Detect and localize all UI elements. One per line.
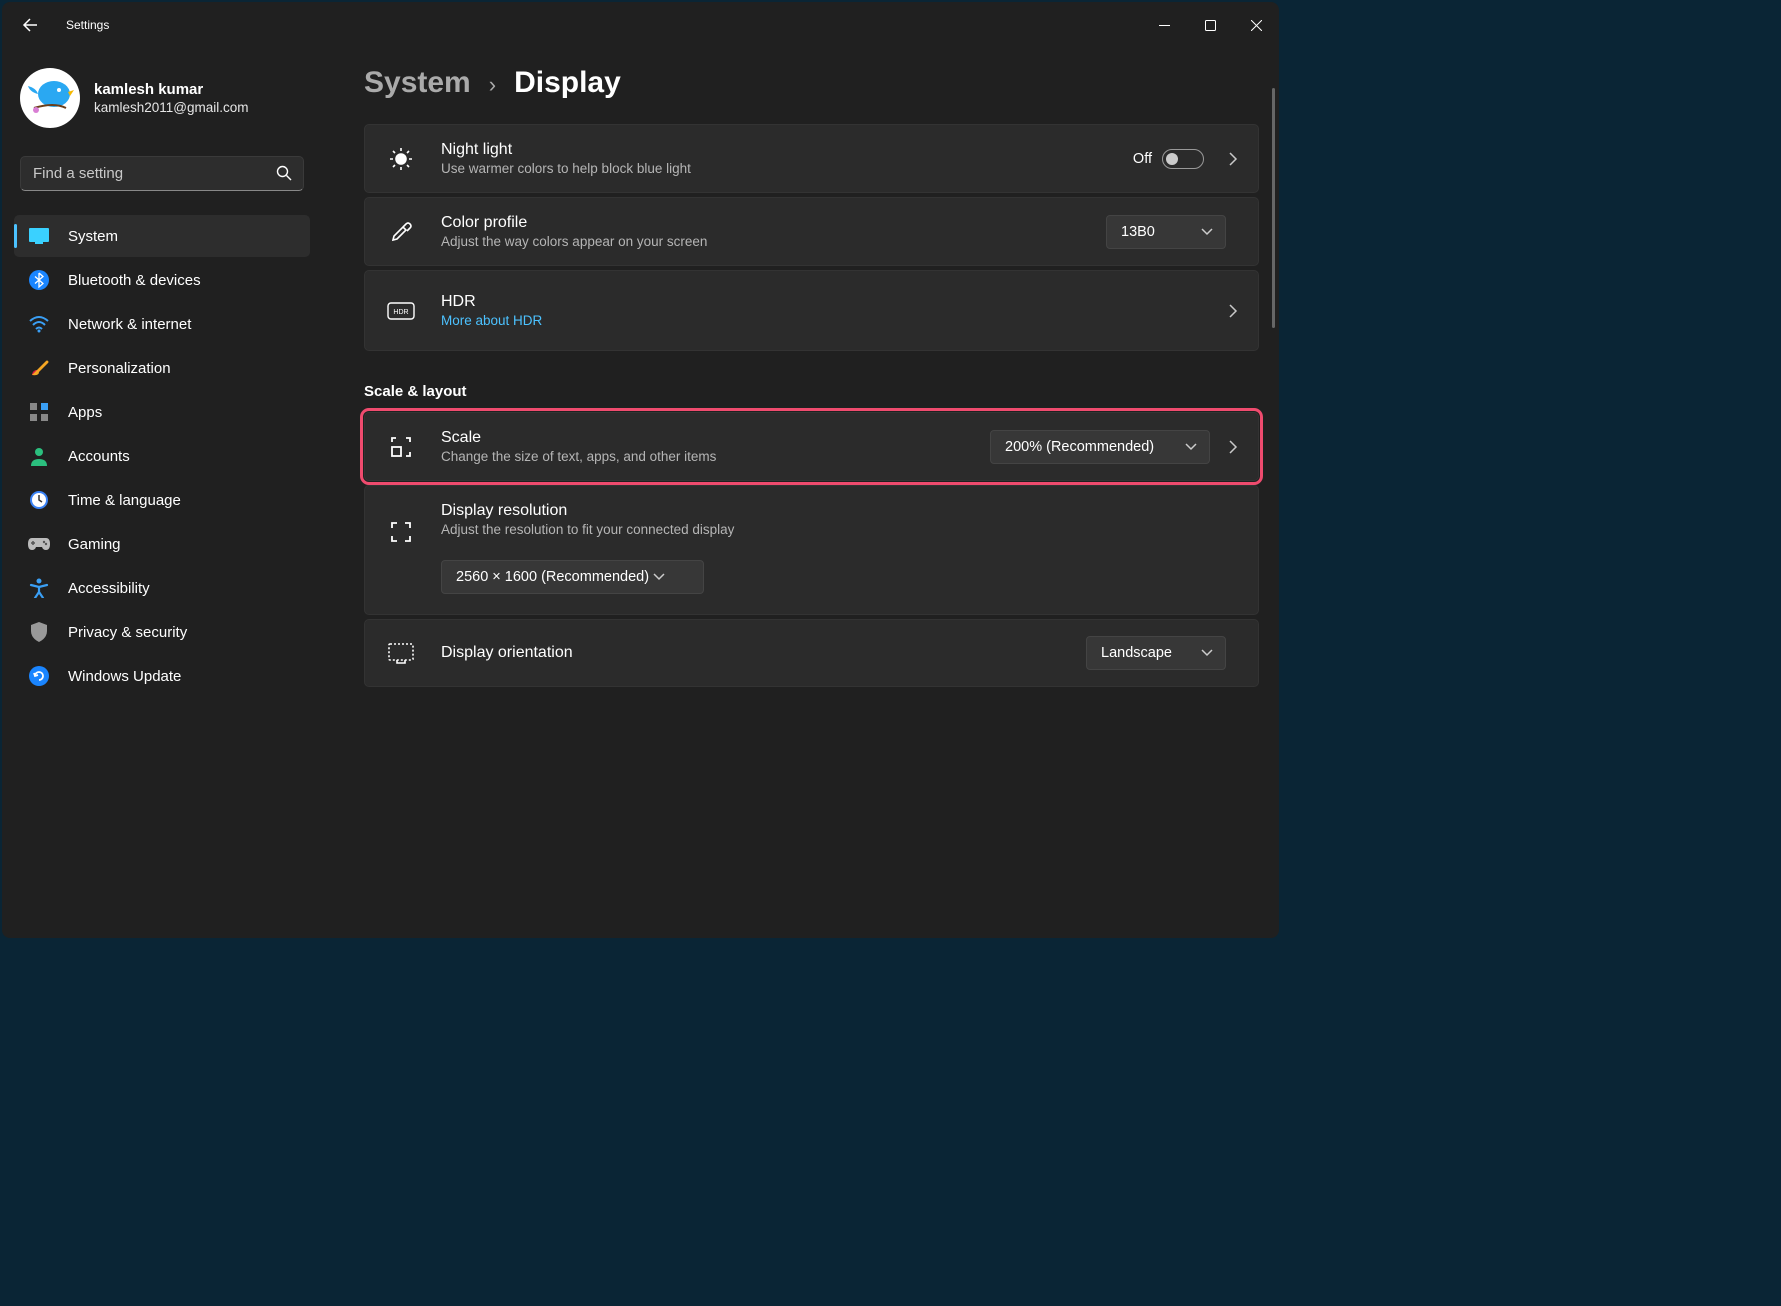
hdr-icon: HDR [385, 295, 417, 327]
breadcrumb-parent[interactable]: System [364, 66, 471, 100]
avatar [20, 68, 80, 128]
dropdown-value: Landscape [1101, 645, 1172, 661]
orientation-dropdown[interactable]: Landscape [1086, 636, 1226, 670]
nav-label: Bluetooth & devices [68, 272, 201, 289]
card-title: Color profile [441, 214, 1106, 232]
chevron-down-icon [653, 573, 665, 581]
profile-email: kamlesh2011@gmail.com [94, 100, 249, 115]
color-profile-dropdown[interactable]: 13B0 [1106, 215, 1226, 249]
dropdown-value: 13B0 [1121, 224, 1155, 240]
chevron-down-icon [1185, 443, 1197, 451]
apps-icon [28, 401, 50, 423]
orientation-card[interactable]: Display orientation Landscape [364, 619, 1259, 687]
nav-label: Network & internet [68, 316, 191, 333]
nav-bluetooth[interactable]: Bluetooth & devices [14, 259, 310, 301]
color-profile-card[interactable]: Color profile Adjust the way colors appe… [364, 197, 1259, 266]
settings-window: Settings kaml [2, 2, 1279, 938]
card-sub: Adjust the resolution to fit your connec… [441, 522, 1238, 537]
window-controls [1141, 9, 1279, 41]
chevron-right-icon: › [489, 72, 496, 98]
profile[interactable]: kamlesh kumar kamlesh2011@gmail.com [8, 58, 316, 148]
dropdown-value: 200% (Recommended) [1005, 439, 1154, 455]
back-button[interactable] [22, 17, 38, 33]
search-icon [276, 165, 292, 181]
nav-accessibility[interactable]: Accessibility [14, 567, 310, 609]
sidebar: kamlesh kumar kamlesh2011@gmail.com Syst… [2, 48, 322, 938]
scrollbar[interactable] [1272, 88, 1275, 328]
nav-label: Accounts [68, 448, 130, 465]
sun-icon [385, 143, 417, 175]
resolution-icon [385, 516, 417, 548]
nav-label: Gaming [68, 536, 121, 553]
section-scale-layout: Scale & layout [364, 383, 1259, 400]
wifi-icon [28, 313, 50, 335]
card-title: HDR [441, 293, 1222, 311]
breadcrumb: System › Display [364, 66, 1259, 100]
nav-label: Time & language [68, 492, 181, 509]
nav-label: System [68, 228, 118, 245]
nav-label: Apps [68, 404, 102, 421]
gamepad-icon [28, 533, 50, 555]
nav-apps[interactable]: Apps [14, 391, 310, 433]
card-sub: Adjust the way colors appear on your scr… [441, 234, 1106, 249]
eyedropper-icon [385, 216, 417, 248]
person-icon [28, 445, 50, 467]
nav-windows-update[interactable]: Windows Update [14, 655, 310, 697]
search-input[interactable] [20, 156, 304, 191]
scale-icon [385, 431, 417, 463]
nav-label: Accessibility [68, 580, 150, 597]
dropdown-value: 2560 × 1600 (Recommended) [456, 569, 649, 585]
card-title: Display orientation [441, 644, 1086, 662]
shield-icon [28, 621, 50, 643]
chevron-right-icon [1228, 151, 1238, 167]
update-icon [28, 665, 50, 687]
scale-card[interactable]: Scale Change the size of text, apps, and… [364, 412, 1259, 481]
minimize-button[interactable] [1141, 9, 1187, 41]
maximize-button[interactable] [1187, 9, 1233, 41]
nav-label: Windows Update [68, 668, 181, 685]
nav-label: Personalization [68, 360, 171, 377]
orientation-icon [385, 637, 417, 669]
bluetooth-icon [28, 269, 50, 291]
scale-dropdown[interactable]: 200% (Recommended) [990, 430, 1210, 464]
nav-personalization[interactable]: Personalization [14, 347, 310, 389]
chevron-down-icon [1201, 649, 1213, 657]
card-sub: Change the size of text, apps, and other… [441, 449, 990, 464]
nav-system[interactable]: System [14, 215, 310, 257]
resolution-dropdown[interactable]: 2560 × 1600 (Recommended) [441, 560, 704, 594]
clock-icon [28, 489, 50, 511]
nav-time-language[interactable]: Time & language [14, 479, 310, 521]
nav-accounts[interactable]: Accounts [14, 435, 310, 477]
svg-text:HDR: HDR [393, 309, 408, 316]
window-title: Settings [66, 18, 109, 32]
close-button[interactable] [1233, 9, 1279, 41]
night-light-card[interactable]: Night light Use warmer colors to help bl… [364, 124, 1259, 193]
card-title: Display resolution [441, 502, 1238, 520]
accessibility-icon [28, 577, 50, 599]
toggle-label: Off [1133, 151, 1152, 167]
nav-privacy[interactable]: Privacy & security [14, 611, 310, 653]
nav: System Bluetooth & devices Network & int… [8, 215, 316, 697]
chevron-down-icon [1201, 228, 1213, 236]
card-sub: Use warmer colors to help block blue lig… [441, 161, 1133, 176]
brush-icon [28, 357, 50, 379]
breadcrumb-current: Display [514, 66, 621, 100]
main-content: System › Display Night light Use warmer … [322, 48, 1279, 938]
chevron-right-icon [1228, 303, 1238, 319]
card-title: Scale [441, 429, 990, 447]
resolution-card[interactable]: Display resolution Adjust the resolution… [364, 485, 1259, 615]
profile-name: kamlesh kumar [94, 81, 249, 98]
night-light-toggle[interactable] [1162, 149, 1204, 169]
nav-gaming[interactable]: Gaming [14, 523, 310, 565]
chevron-right-icon [1228, 439, 1238, 455]
nav-label: Privacy & security [68, 624, 187, 641]
card-title: Night light [441, 141, 1133, 159]
hdr-card[interactable]: HDR HDR More about HDR [364, 270, 1259, 351]
hdr-link[interactable]: More about HDR [441, 313, 1222, 328]
monitor-icon [28, 225, 50, 247]
nav-network[interactable]: Network & internet [14, 303, 310, 345]
titlebar: Settings [2, 2, 1279, 48]
